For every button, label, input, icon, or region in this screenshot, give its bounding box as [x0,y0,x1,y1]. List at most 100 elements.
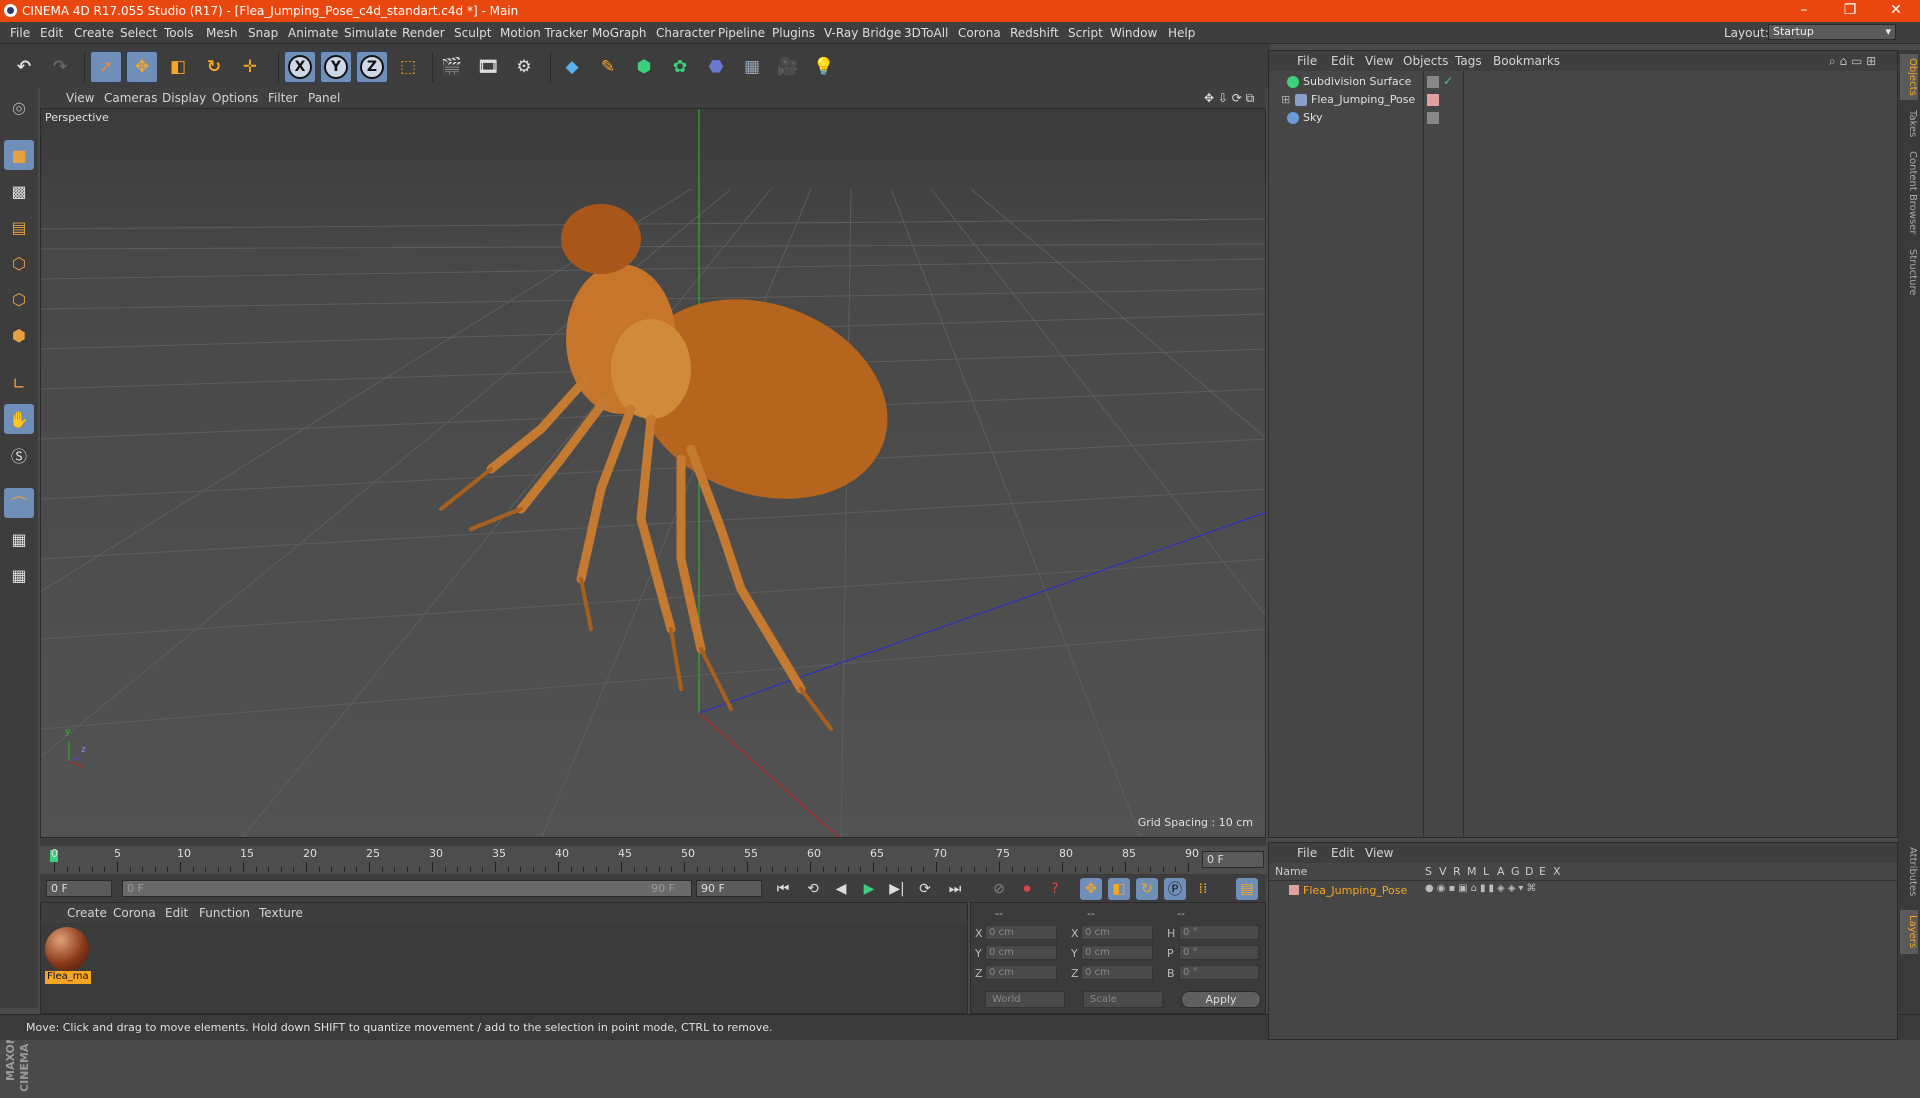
timeline-window-icon[interactable]: ▤ [1236,878,1258,900]
magnet-icon[interactable]: ⌒ [4,488,34,518]
obj-menu-bookmarks[interactable]: Bookmarks [1493,54,1560,68]
coord-size-x-field[interactable]: 0 cm [1081,925,1153,940]
subdivision-surface-icon[interactable]: ⬢ [628,51,660,83]
obj-menu-objects[interactable]: Objects [1403,54,1448,68]
cloner-icon[interactable]: ✿ [664,51,696,83]
viewport-menu-cameras[interactable]: Cameras [104,91,157,105]
polygons-mode-icon[interactable]: ⬢ [4,320,34,350]
layer-row[interactable]: Flea_Jumping_Pose ●◉▪▣⌂▮▮◈◈▾⌘ [1269,883,1897,899]
obj-menu-tags[interactable]: Tags [1455,54,1482,68]
menu-pipeline[interactable]: Pipeline [718,26,765,40]
material-menu-create[interactable]: Create [67,906,107,920]
menu-redshift[interactable]: Redshift [1010,26,1059,40]
viewport-navigation-icons[interactable]: ✥ ⇩ ⟳ ⧉ [1204,91,1254,106]
cube-primitive-icon[interactable]: ◆ [556,51,588,83]
visibility-toggle[interactable] [1427,76,1439,88]
scale-tool-icon[interactable]: ◧ [162,51,194,83]
apply-button[interactable]: Apply [1181,991,1261,1008]
coord-pos-z-field[interactable]: 0 cm [985,965,1057,980]
key-rotation-icon[interactable]: ↻ [1136,878,1158,900]
object-row-flea-jumping-pose[interactable]: ⊞ Flea_Jumping_Pose [1269,91,1899,109]
move-tool-icon[interactable]: ✥ [126,51,158,83]
go-to-previous-key-icon[interactable]: ⟲ [802,878,824,900]
render-picture-viewer-icon[interactable]: 🎞 [472,51,504,83]
menu-character[interactable]: Character [656,26,715,40]
frame-range-slider[interactable]: 0 F 90 F [122,880,692,897]
obj-menu-view[interactable]: View [1365,54,1393,68]
3d-viewport[interactable]: y z Perspective Grid Spacing : 10 cm [40,108,1266,838]
layer-color-swatch[interactable] [1289,885,1299,895]
workplane-lock-icon[interactable]: ▦ [4,524,34,554]
z-axis-lock-button[interactable]: Z [356,51,388,83]
coord-pos-y-field[interactable]: 0 cm [985,945,1057,960]
coord-rot-h-field[interactable]: 0 ° [1179,925,1259,940]
edges-mode-icon[interactable]: ⬡ [4,284,34,314]
axis-mode-icon[interactable]: ∟ [4,368,34,398]
menu-plugins[interactable]: Plugins [772,26,815,40]
layer-color-swatch[interactable] [1427,94,1439,106]
material-menu-function[interactable]: Function [199,906,250,920]
texture-mode-icon[interactable]: ▩ [4,176,34,206]
coord-size-z-field[interactable]: 0 cm [1081,965,1153,980]
material-swatch[interactable]: Flea_ma [45,927,91,985]
viewport-menu-options[interactable]: Options [212,91,258,105]
step-forward-icon[interactable]: ▶| [886,878,908,900]
y-axis-lock-button[interactable]: Y [320,51,352,83]
record-keys-icon[interactable]: ⊘ [988,878,1010,900]
points-mode-icon[interactable]: ⬡ [4,248,34,278]
material-menu-corona[interactable]: Corona [113,906,156,920]
tab-attributes[interactable]: Attributes [1900,840,1918,904]
tab-content-browser[interactable]: Content Browser [1900,148,1918,238]
model-mode-icon[interactable]: ■ [4,140,34,170]
viewport-menu-view[interactable]: View [66,91,94,105]
live-selection-icon[interactable]: ➚ [90,51,122,83]
tweak-mode-icon[interactable]: ✋ [4,404,34,434]
close-button[interactable]: ✕ [1876,1,1916,21]
obj-menu-edit[interactable]: Edit [1331,54,1354,68]
play-forward-icon[interactable]: ▶ [858,878,880,900]
coord-pos-x-field[interactable]: 0 cm [985,925,1057,940]
menu-create[interactable]: Create [74,26,114,40]
menu-script[interactable]: Script [1068,26,1103,40]
workplane-icon[interactable]: ▦ [4,560,34,590]
menu-3dtoall[interactable]: 3DToAll [904,26,948,40]
visibility-toggle[interactable] [1427,112,1439,124]
workplane-mode-icon[interactable]: ▤ [4,212,34,242]
enabled-check-icon[interactable]: ✓ [1443,74,1453,88]
snap-icon[interactable]: Ⓢ [4,440,34,470]
coord-rot-p-field[interactable]: 0 ° [1179,945,1259,960]
viewport-menu-panel[interactable]: Panel [308,91,340,105]
render-view-icon[interactable]: 🎬 [436,51,468,83]
menu-snap[interactable]: Snap [248,26,278,40]
coordinate-system-icon[interactable]: ⬚ [392,51,424,83]
menu-file[interactable]: File [10,26,30,40]
coord-size-mode-dropdown[interactable]: Scale [1083,991,1163,1008]
tab-structure[interactable]: Structure [1900,244,1918,300]
maximize-button[interactable]: ❐ [1830,1,1870,21]
coord-rot-b-field[interactable]: 0 ° [1179,965,1259,980]
material-menu-edit[interactable]: Edit [165,906,188,920]
layer-toggle-icons[interactable]: ●◉▪▣⌂▮▮◈◈▾⌘ [1425,883,1539,894]
key-scale-icon[interactable]: ◧ [1108,878,1130,900]
autokeying-icon[interactable]: ⏺ [1016,878,1038,900]
key-position-icon[interactable]: ✥ [1080,878,1102,900]
deformer-icon[interactable]: ⬣ [700,51,732,83]
viewport-menu-display[interactable]: Display [162,91,206,105]
flea-model[interactable] [439,204,916,731]
menu-window[interactable]: Window [1110,26,1157,40]
object-row-subdivision-surface[interactable]: Subdivision Surface ✓ [1269,73,1899,91]
material-menu-texture[interactable]: Texture [259,906,303,920]
move-alt-tool-icon[interactable]: ✛ [234,51,266,83]
end-frame-field[interactable]: 90 F [696,880,762,897]
menu-tools[interactable]: Tools [164,26,194,40]
obj-menu-file[interactable]: File [1297,54,1317,68]
menu-vray-bridge[interactable]: V-Ray Bridge [824,26,901,40]
x-axis-lock-button[interactable]: X [284,51,316,83]
go-to-next-key-icon[interactable]: ⟳ [914,878,936,900]
rotate-tool-icon[interactable]: ↻ [198,51,230,83]
make-editable-icon[interactable]: ◎ [4,92,34,122]
render-settings-icon[interactable]: ⚙ [508,51,540,83]
menu-render[interactable]: Render [402,26,445,40]
minimize-button[interactable]: – [1784,1,1824,21]
spline-pen-icon[interactable]: ✎ [592,51,624,83]
